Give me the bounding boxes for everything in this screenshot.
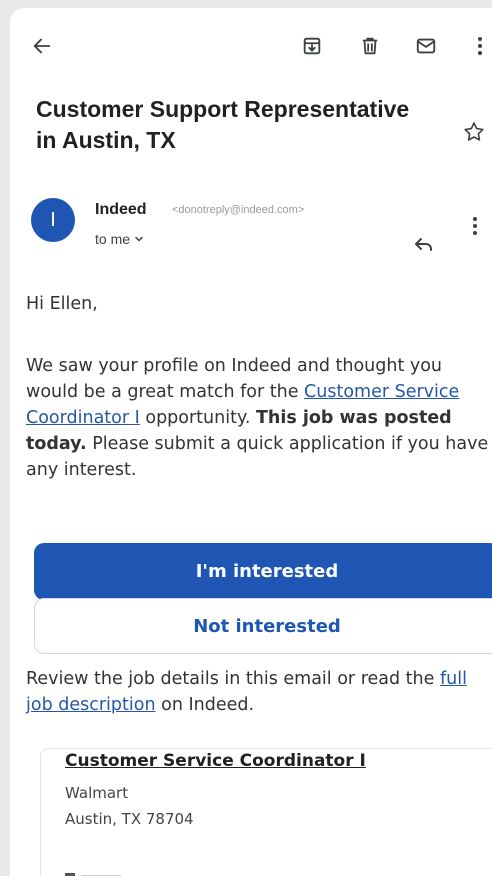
job-card: Customer Service Coordinator I Walmart A… — [40, 748, 492, 876]
archive-icon — [303, 37, 321, 55]
more-options-button[interactable] — [470, 32, 490, 60]
more-vert-icon — [478, 37, 482, 55]
job-location: Austin, TX 78704 — [65, 810, 194, 828]
back-arrow-icon — [33, 38, 51, 54]
not-interested-button[interactable]: Not interested — [34, 598, 492, 654]
toolbar — [10, 8, 492, 76]
interested-button[interactable]: I'm interested — [34, 543, 492, 600]
paragraph-text: Review the job details in this email or … — [26, 669, 440, 689]
reply-icon — [415, 238, 432, 251]
mark-unread-button[interactable] — [412, 32, 440, 60]
archive-button[interactable] — [298, 32, 326, 60]
back-button[interactable] — [28, 32, 56, 60]
job-card-title[interactable]: Customer Service Coordinator I — [65, 751, 366, 771]
sender-email: <donotreply@indeed.com> — [172, 204, 305, 216]
paragraph-text: opportunity. — [139, 408, 256, 428]
star-icon — [464, 122, 484, 141]
mail-icon — [416, 38, 436, 54]
paragraph-text: Please submit a quick application if you… — [26, 434, 489, 480]
email-subject: Customer Support Representative in Austi… — [36, 96, 410, 153]
greeting: Hi Ellen, — [26, 294, 98, 314]
recipient-details-toggle[interactable]: to me — [95, 231, 144, 247]
trash-icon — [362, 37, 378, 55]
star-button[interactable] — [462, 120, 488, 146]
review-paragraph: Review the job details in this email or … — [26, 666, 492, 718]
paragraph-text: on Indeed. — [155, 695, 255, 715]
job-company: Walmart — [65, 784, 129, 802]
message-more-button[interactable] — [472, 216, 492, 242]
sender-name: Indeed — [95, 201, 147, 218]
job-detail-icon — [65, 873, 121, 876]
reply-button[interactable] — [412, 233, 438, 259]
email-view: Customer Support Representative in Austi… — [10, 8, 492, 876]
chevron-down-icon — [135, 236, 143, 242]
sender-avatar[interactable]: I — [31, 198, 75, 242]
recipient-label: to me — [95, 231, 131, 247]
delete-button[interactable] — [356, 32, 384, 60]
message-paragraph: We saw your profile on Indeed and though… — [26, 353, 492, 483]
more-vert-icon — [473, 217, 477, 235]
